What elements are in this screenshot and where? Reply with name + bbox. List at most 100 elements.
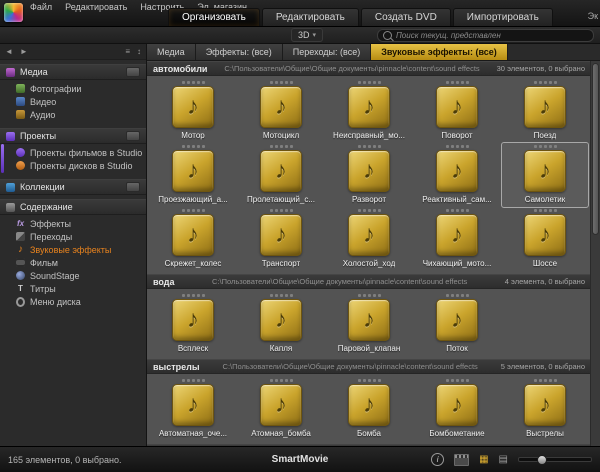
section-header-collections[interactable]: Коллекции xyxy=(0,179,146,195)
rating-stars[interactable] xyxy=(270,379,293,382)
group-header[interactable]: автомобили C:\Пользователи\Общие\Общие д… xyxy=(147,61,591,76)
app-logo-icon[interactable] xyxy=(4,3,23,22)
info-icon[interactable]: i xyxy=(431,453,444,466)
slider-thumb[interactable] xyxy=(537,455,547,465)
rating-stars[interactable] xyxy=(446,294,469,297)
sidebar-item-audio[interactable]: Аудио xyxy=(0,108,146,121)
rating-stars[interactable] xyxy=(182,294,205,297)
rating-stars[interactable] xyxy=(182,145,205,148)
sound-item[interactable]: ♪ Поезд xyxy=(502,79,588,143)
thumbnail-size-slider[interactable] xyxy=(518,457,592,462)
sidebar-item-effects[interactable]: fx Эффекты xyxy=(0,217,146,230)
section-header-content[interactable]: Содержание xyxy=(0,199,146,215)
sound-item[interactable]: ♪ Выстрелы xyxy=(502,377,588,441)
sound-item[interactable]: ♪ Пролетающий_с... xyxy=(238,143,324,207)
projects-options-icon[interactable] xyxy=(126,131,140,141)
sound-item[interactable]: ♪ Самолетик xyxy=(502,143,588,207)
sound-item[interactable]: ♪ Автоматная_оче... xyxy=(150,377,236,441)
sound-item[interactable]: ♪ Проезжающий_а... xyxy=(150,143,236,207)
rating-stars[interactable] xyxy=(534,379,557,382)
section-header-projects[interactable]: Проекты xyxy=(0,128,146,144)
rating-stars[interactable] xyxy=(358,294,381,297)
sidebar-item-titles[interactable]: T Титры xyxy=(0,282,146,295)
forward-icon[interactable]: ► xyxy=(20,47,28,56)
tab-edit[interactable]: Редактировать xyxy=(262,8,359,26)
tab-transitions-all[interactable]: Переходы: (все) xyxy=(283,44,371,60)
rating-stars[interactable] xyxy=(182,379,205,382)
tab-import[interactable]: Импортировать xyxy=(453,8,553,26)
sound-item[interactable]: ♪ Мотор xyxy=(150,79,236,143)
sidebar-item-soundstage[interactable]: SoundStage xyxy=(0,269,146,282)
sidebar-item-transitions[interactable]: Переходы xyxy=(0,230,146,243)
sound-item[interactable]: ♪ Разворот xyxy=(326,143,412,207)
collections-options-icon[interactable] xyxy=(126,182,140,192)
sound-item[interactable]: ♪ Неисправный_мо... xyxy=(326,79,412,143)
sound-item[interactable]: ♪ Чихающий_мото... xyxy=(414,207,500,271)
fx-icon: fx xyxy=(16,219,25,228)
sidebar-item-disc-menu[interactable]: Меню диска xyxy=(0,295,146,308)
vertical-scrollbar[interactable] xyxy=(590,61,600,446)
sidebar-item-sound-effects[interactable]: ♪ Звуковые эффекты xyxy=(0,243,146,256)
music-note-glyph: ♪ xyxy=(187,308,199,332)
menu-edit[interactable]: Редактировать xyxy=(65,2,127,12)
rating-stars[interactable] xyxy=(446,145,469,148)
rating-stars[interactable] xyxy=(358,81,381,84)
thumbnail-view-icon[interactable]: ▦ xyxy=(479,455,488,465)
sound-item[interactable]: ♪ Транспорт xyxy=(238,207,324,271)
rating-stars[interactable] xyxy=(358,379,381,382)
rating-stars[interactable] xyxy=(270,145,293,148)
export-label-clipped[interactable]: Эк xyxy=(588,11,598,21)
search-input[interactable] xyxy=(396,31,588,40)
group-header[interactable]: выстрелы C:\Пользователи\Общие\Общие док… xyxy=(147,359,591,374)
tab-media[interactable]: Медиа xyxy=(147,44,196,60)
rating-stars[interactable] xyxy=(446,379,469,382)
sound-item[interactable]: ♪ Мотоцикл xyxy=(238,79,324,143)
rating-stars[interactable] xyxy=(446,81,469,84)
sound-item[interactable]: ♪ Поток xyxy=(414,292,500,356)
detail-view-icon[interactable]: ▤ xyxy=(499,455,508,465)
rating-stars[interactable] xyxy=(534,145,557,148)
sound-item[interactable]: ♪ Бомба xyxy=(326,377,412,441)
rating-stars[interactable] xyxy=(358,145,381,148)
sound-item[interactable]: ♪ Шоссе xyxy=(502,207,588,271)
section-header-media[interactable]: Медиа xyxy=(0,64,146,80)
rating-stars[interactable] xyxy=(534,81,557,84)
rating-stars[interactable] xyxy=(270,209,293,212)
3d-mode-button[interactable]: 3D ▾ xyxy=(291,28,323,42)
sort-icon[interactable]: ↕ xyxy=(137,47,141,56)
back-icon[interactable]: ◄ xyxy=(5,47,13,56)
scene-view-icon[interactable] xyxy=(454,454,469,466)
sidebar-item-video[interactable]: Видео xyxy=(0,95,146,108)
tab-sound-effects-all[interactable]: Звуковые эффекты: (все) xyxy=(371,44,508,60)
sound-item[interactable]: ♪ Холостой_ход xyxy=(326,207,412,271)
sound-item[interactable]: ♪ Паровой_клапан xyxy=(326,292,412,356)
sound-item[interactable]: ♪ Скрежет_колес xyxy=(150,207,236,271)
rating-stars[interactable] xyxy=(182,209,205,212)
sidebar-item-film[interactable]: Фильм xyxy=(0,256,146,269)
tab-effects-all[interactable]: Эффекты: (все) xyxy=(196,44,283,60)
rating-stars[interactable] xyxy=(534,209,557,212)
rating-stars[interactable] xyxy=(446,209,469,212)
sidebar-item-disc-projects[interactable]: Проекты дисков в Studio xyxy=(0,159,146,172)
sound-item[interactable]: ♪ Реактивный_сам... xyxy=(414,143,500,207)
tab-make-dvd[interactable]: Создать DVD xyxy=(361,8,451,26)
sound-item[interactable]: ♪ Атомная_бомба xyxy=(238,377,324,441)
sound-item[interactable]: ♪ Поворот xyxy=(414,79,500,143)
view-list-icon[interactable]: ≡ xyxy=(125,47,130,56)
scrollbar-thumb[interactable] xyxy=(592,63,599,235)
rating-stars[interactable] xyxy=(182,81,205,84)
sidebar-item-photos[interactable]: Фотографии xyxy=(0,82,146,95)
rating-stars[interactable] xyxy=(358,209,381,212)
search-box[interactable] xyxy=(377,29,594,42)
rating-stars[interactable] xyxy=(270,81,293,84)
sound-item[interactable]: ♪ Всплеск xyxy=(150,292,236,356)
group-header[interactable]: вода C:\Пользователи\Общие\Общие докумен… xyxy=(147,274,591,289)
rating-stars[interactable] xyxy=(270,294,293,297)
smartmovie-button[interactable]: SmartMovie xyxy=(272,454,329,465)
menu-file[interactable]: Файл xyxy=(30,2,52,12)
sound-item[interactable]: ♪ Бомбометание xyxy=(414,377,500,441)
camera-icon[interactable] xyxy=(126,67,140,77)
sidebar-item-movie-projects[interactable]: Проекты фильмов в Studio xyxy=(0,146,146,159)
tab-organize[interactable]: Организовать xyxy=(168,8,260,26)
sound-item[interactable]: ♪ Капля xyxy=(238,292,324,356)
